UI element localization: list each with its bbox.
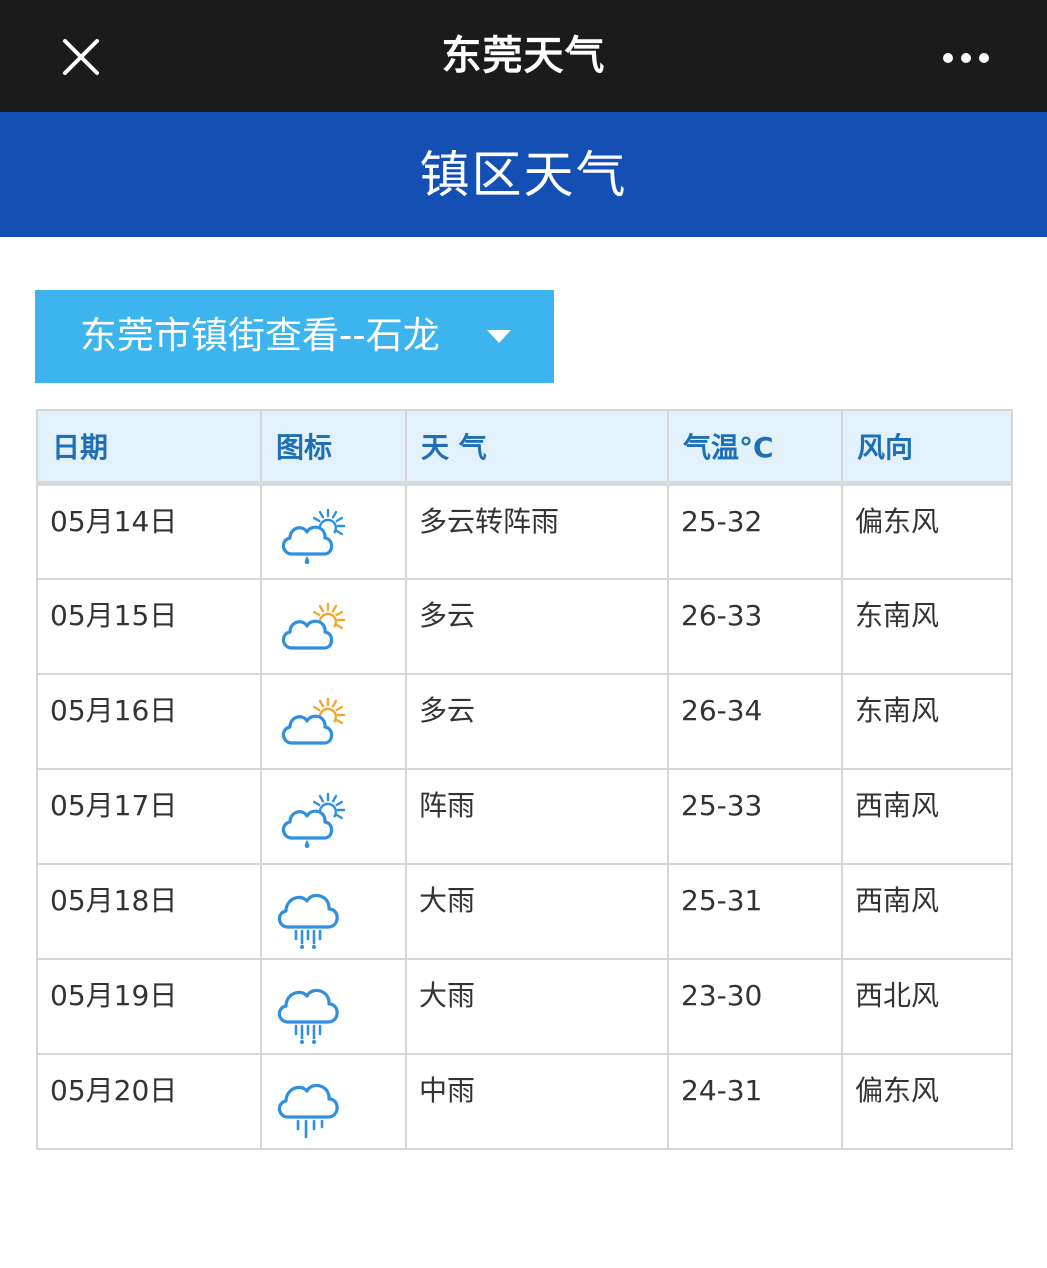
column-header-wind: 风向: [841, 409, 1013, 486]
town-selector-label: 东莞市镇街查看--石龙: [80, 314, 440, 357]
table-row: 05月15日 多云 26-33 东南风: [36, 577, 1013, 675]
icon-cell: [260, 957, 407, 1055]
more-button[interactable]: [932, 38, 1000, 78]
weather-cell: 多云: [405, 577, 669, 675]
town-selector-dropdown[interactable]: 东莞市镇街查看--石龙: [35, 290, 554, 383]
weather-cell: 中雨: [405, 1052, 669, 1150]
column-header-date: 日期: [36, 409, 262, 486]
table-row: 05月17日 阵雨 25-33 西南风: [36, 767, 1013, 865]
weather-cell: 多云: [405, 672, 669, 770]
page-title: 镇区天气: [419, 146, 628, 204]
wind-cell: 西南风: [841, 767, 1013, 865]
wind-cell: 西北风: [841, 957, 1013, 1055]
wind-cell: 东南风: [841, 577, 1013, 675]
temperature-cell: 26-33: [667, 577, 843, 675]
table-row: 05月19日 大雨 23-30 西北风: [36, 957, 1013, 1055]
top-bar: 东莞天气: [0, 0, 1047, 112]
wind-cell: 偏东风: [841, 1052, 1013, 1150]
moderate-rain-icon: [274, 1071, 405, 1141]
heavy-rain-icon: [274, 976, 405, 1046]
icon-cell: [260, 577, 407, 675]
icon-cell: [260, 767, 407, 865]
table-row: 05月20日 中雨 24-31 偏东风: [36, 1052, 1013, 1150]
cloud-sun-drizzle-icon: [274, 502, 405, 572]
table-header-row: 日期 图标 天 气 气温°C 风向: [36, 409, 1013, 486]
temperature-cell: 25-33: [667, 767, 843, 865]
temperature-cell: 25-31: [667, 862, 843, 960]
date-cell: 05月16日: [36, 672, 262, 770]
column-header-temperature: 气温°C: [667, 409, 843, 486]
heavy-rain-icon: [274, 881, 405, 951]
temperature-cell: 24-31: [667, 1052, 843, 1150]
partly-cloudy-icon: [274, 596, 405, 666]
weather-cell: 大雨: [405, 862, 669, 960]
icon-cell: [260, 482, 407, 580]
date-cell: 05月19日: [36, 957, 262, 1055]
column-header-weather: 天 气: [405, 409, 669, 486]
temperature-cell: 26-34: [667, 672, 843, 770]
wind-cell: 偏东风: [841, 482, 1013, 580]
date-cell: 05月17日: [36, 767, 262, 865]
cloud-sun-drizzle-icon: [274, 786, 405, 856]
forecast-table: 日期 图标 天 气 气温°C 风向 05月14日 多云转阵雨 25-32 偏东风 05月…: [36, 409, 1013, 1150]
table-row: 05月16日 多云 26-34 东南风: [36, 672, 1013, 770]
date-cell: 05月18日: [36, 862, 262, 960]
table-row: 05月14日 多云转阵雨 25-32 偏东风: [36, 482, 1013, 580]
column-header-icon: 图标: [260, 409, 407, 486]
date-cell: 05月14日: [36, 482, 262, 580]
temperature-cell: 25-32: [667, 482, 843, 580]
weather-cell: 多云转阵雨: [405, 482, 669, 580]
weather-cell: 大雨: [405, 957, 669, 1055]
icon-cell: [260, 862, 407, 960]
app-title: 东莞天气: [441, 33, 606, 79]
wind-cell: 西南风: [841, 862, 1013, 960]
date-cell: 05月15日: [36, 577, 262, 675]
partly-cloudy-icon: [274, 691, 405, 761]
date-cell: 05月20日: [36, 1052, 262, 1150]
wind-cell: 东南风: [841, 672, 1013, 770]
weather-cell: 阵雨: [405, 767, 669, 865]
icon-cell: [260, 672, 407, 770]
table-row: 05月18日 大雨 25-31 西南风: [36, 862, 1013, 960]
caret-down-icon: [487, 330, 511, 343]
temperature-cell: 23-30: [667, 957, 843, 1055]
icon-cell: [260, 1052, 407, 1150]
more-dots-icon: [943, 53, 989, 63]
